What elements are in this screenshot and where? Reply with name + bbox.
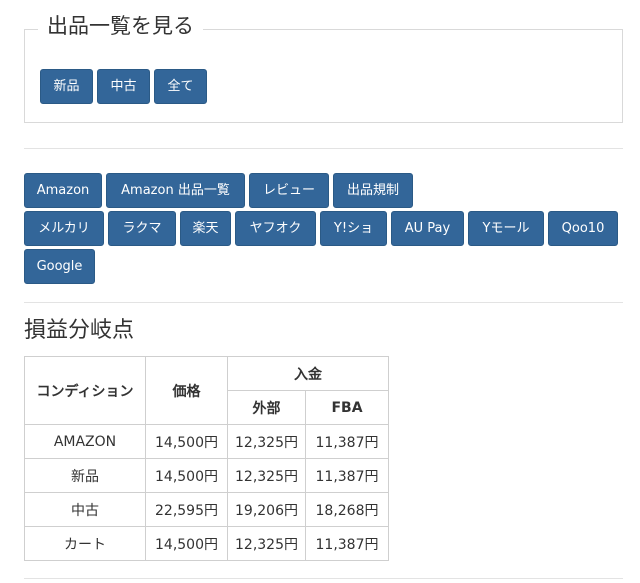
divider-middle [24, 302, 623, 303]
header-condition: コンディション [24, 356, 146, 425]
table-row: 中古 22,595円 19,206円 18,268円 [24, 492, 389, 527]
listing-new-label: 新品 [53, 79, 80, 94]
breakeven-title: 損益分岐点 [24, 318, 135, 343]
link-google-label: Google [36, 259, 83, 274]
cell-price: 14,500円 [145, 526, 228, 561]
link-qoo10-button[interactable]: Qoo10 [548, 211, 618, 246]
link-review-button[interactable]: レビュー [249, 173, 329, 208]
listing-new-button[interactable]: 新品 [40, 69, 93, 104]
cell-condition: AMAZON [24, 424, 146, 459]
header-price: 価格 [145, 356, 228, 425]
cell-condition: 中古 [24, 492, 146, 527]
cell-external: 12,325円 [227, 424, 306, 459]
link-google-button[interactable]: Google [24, 249, 95, 284]
link-aupay-label: AU Pay [404, 221, 451, 236]
link-aupay-button[interactable]: AU Pay [391, 211, 464, 246]
cell-fba: 11,387円 [305, 458, 389, 493]
link-yafuoku-button[interactable]: ヤフオク [235, 211, 316, 246]
cell-fba: 11,387円 [305, 526, 389, 561]
listing-all-label: 全て [167, 79, 194, 94]
link-review-label: レビュー [262, 183, 315, 198]
link-qoo10-label: Qoo10 [561, 221, 605, 236]
table-row: 新品 14,500円 12,325円 11,387円 [24, 458, 389, 493]
cell-price: 22,595円 [145, 492, 228, 527]
cell-external: 12,325円 [227, 526, 306, 561]
cell-external: 12,325円 [227, 458, 306, 493]
cell-external: 19,206円 [227, 492, 306, 527]
listing-used-label: 中古 [110, 79, 137, 94]
cell-price: 14,500円 [145, 424, 228, 459]
link-restriction-label: 出品規制 [346, 183, 399, 198]
listing-all-button[interactable]: 全て [154, 69, 207, 104]
link-ymall-label: Yモール [482, 221, 530, 236]
table-row: カート 14,500円 12,325円 11,387円 [24, 526, 389, 561]
link-restriction-button[interactable]: 出品規制 [333, 173, 413, 208]
cell-condition: 新品 [24, 458, 146, 493]
cell-price: 14,500円 [145, 458, 228, 493]
link-rakuten-label: 楽天 [192, 221, 219, 236]
table-row: AMAZON 14,500円 12,325円 11,387円 [24, 424, 389, 459]
header-deposit: 入金 [227, 356, 389, 391]
header-fba: FBA [305, 390, 389, 425]
divider-bottom [24, 578, 623, 579]
listing-used-button[interactable]: 中古 [97, 69, 150, 104]
link-mercari-label: メルカリ [38, 221, 90, 236]
listing-title: 出品一覧を見る [38, 12, 203, 40]
link-rakuten-button[interactable]: 楽天 [180, 211, 231, 246]
link-yshopping-label: Y!ショ [333, 221, 374, 236]
link-amazon-listing-label: Amazon 出品一覧 [121, 183, 230, 198]
divider-top [24, 148, 623, 149]
cell-fba: 11,387円 [305, 424, 389, 459]
link-mercari-button[interactable]: メルカリ [24, 211, 104, 246]
link-amazon-label: Amazon [36, 183, 90, 198]
link-yshopping-button[interactable]: Y!ショ [320, 211, 387, 246]
header-external: 外部 [227, 390, 306, 425]
cell-condition: カート [24, 526, 146, 561]
link-yafuoku-label: ヤフオク [249, 221, 302, 236]
link-rakuma-button[interactable]: ラクマ [108, 211, 176, 246]
link-rakuma-label: ラクマ [122, 221, 162, 236]
link-amazon-button[interactable]: Amazon [24, 173, 102, 208]
link-ymall-button[interactable]: Yモール [468, 211, 544, 246]
link-amazon-listing-button[interactable]: Amazon 出品一覧 [106, 173, 245, 208]
breakeven-table: コンディション 価格 入金 外部 FBA AMAZON 14,500円 12,3… [24, 356, 389, 561]
cell-fba: 18,268円 [305, 492, 389, 527]
